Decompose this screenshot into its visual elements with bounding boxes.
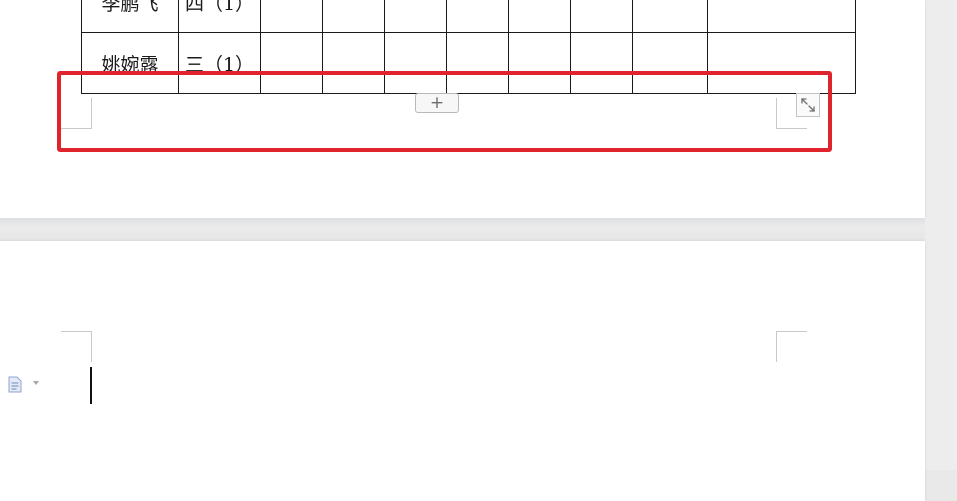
table-cell[interactable] xyxy=(570,0,633,33)
paragraph-settings-icon[interactable] xyxy=(8,376,22,393)
table-cell[interactable] xyxy=(260,0,323,33)
table-cell[interactable] xyxy=(632,0,708,33)
table-cell[interactable] xyxy=(384,0,447,33)
document-page-2[interactable] xyxy=(0,241,925,501)
table-cell-class[interactable]: 四（1） xyxy=(178,0,261,33)
canvas-background xyxy=(925,0,957,470)
table-cell[interactable] xyxy=(446,0,509,33)
text-cursor xyxy=(90,367,92,404)
chevron-down-icon[interactable] xyxy=(32,380,40,386)
table-cell-name[interactable]: 李鹏飞 xyxy=(81,0,179,33)
margin-corner-top-right xyxy=(776,331,807,362)
table-cell[interactable] xyxy=(322,0,385,33)
margin-corner-top-left xyxy=(61,331,92,362)
page-break-gap xyxy=(0,218,925,241)
table-cell[interactable] xyxy=(707,0,856,33)
highlight-annotation xyxy=(57,71,832,152)
table-row: 李鹏飞 四（1） xyxy=(81,0,856,33)
table-cell[interactable] xyxy=(508,0,571,33)
